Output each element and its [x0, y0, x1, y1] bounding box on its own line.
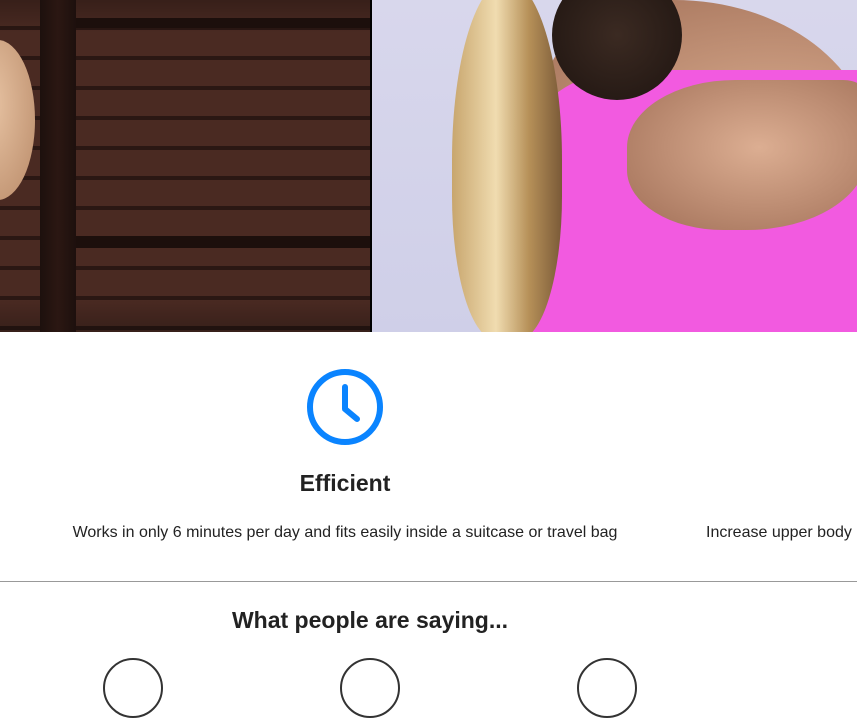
hero-image-left: [0, 0, 370, 332]
feature-title: Efficient: [299, 470, 391, 496]
feature-description-next: Increase upper body: [706, 524, 852, 541]
clock-icon: [307, 369, 383, 445]
feature-description: Works in only 6 minutes per day and fits…: [72, 524, 618, 541]
testimonial-avatar: [103, 658, 163, 718]
hero-images: [0, 0, 857, 332]
section-divider: [0, 581, 857, 582]
testimonials-title: What people are saying...: [231, 607, 509, 633]
testimonial-avatar: [577, 658, 637, 718]
testimonial-avatar: [340, 658, 400, 718]
hero-image-right: [372, 0, 857, 332]
